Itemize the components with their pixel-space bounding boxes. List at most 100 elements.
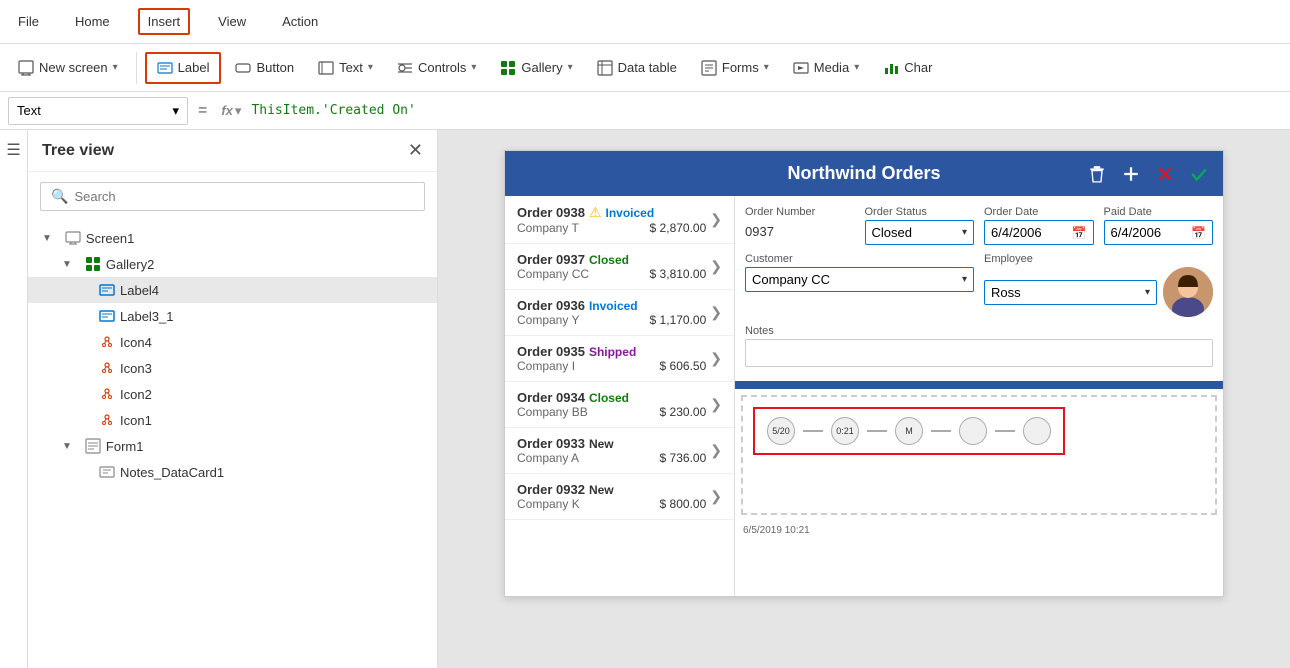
forms-button[interactable]: Forms ▾ bbox=[691, 54, 779, 82]
chevron-form1: ▼ bbox=[62, 441, 72, 452]
warning-icon-0938: ⚠ bbox=[589, 204, 602, 221]
screen-icon bbox=[64, 229, 82, 247]
order-date-field: Order Date 6/4/2006 📅 bbox=[984, 206, 1094, 245]
order-item-0932[interactable]: Order 0932 New Company K $ 800.00 ❯ bbox=[505, 474, 734, 520]
notes-input[interactable] bbox=[745, 339, 1213, 367]
icon3-tree-icon bbox=[98, 359, 116, 377]
menu-file[interactable]: File bbox=[10, 10, 47, 33]
order-info-0937: Order 0937 Closed Company CC $ 3,810.00 bbox=[517, 252, 706, 281]
menu-bar: File Home Insert View Action bbox=[0, 0, 1290, 44]
plus-icon bbox=[1122, 165, 1140, 183]
order-chevron-0933: ❯ bbox=[710, 442, 722, 459]
formula-input[interactable]: ThisItem.'Created On' bbox=[251, 103, 1282, 118]
employee-select[interactable]: Ross ▾ bbox=[984, 280, 1157, 305]
data-table-button[interactable]: Data table bbox=[587, 54, 687, 82]
tree-item-icon3[interactable]: Icon3 bbox=[28, 355, 437, 381]
plus-icon-btn[interactable] bbox=[1117, 160, 1145, 188]
tree-item-label3_1[interactable]: Label3_1 bbox=[28, 303, 437, 329]
label-circle-1: 5/20 bbox=[767, 417, 795, 445]
tree-item-icon2[interactable]: Icon2 bbox=[28, 381, 437, 407]
menu-action[interactable]: Action bbox=[274, 10, 326, 33]
paid-date-field: Paid Date 6/4/2006 📅 bbox=[1104, 206, 1214, 245]
order-item-0933[interactable]: Order 0933 New Company A $ 736.00 ❯ bbox=[505, 428, 734, 474]
tree-item-screen1[interactable]: ▼ Screen1 bbox=[28, 225, 437, 251]
gallery-icon bbox=[500, 60, 516, 76]
label3-tree-icon bbox=[98, 307, 116, 325]
label-line-4 bbox=[995, 430, 1015, 432]
forms-caret: ▾ bbox=[764, 62, 769, 73]
order-number-value: 0937 bbox=[745, 220, 855, 243]
search-input[interactable] bbox=[74, 189, 414, 204]
order-date-input[interactable]: 6/4/2006 📅 bbox=[984, 220, 1094, 245]
menu-home[interactable]: Home bbox=[67, 10, 118, 33]
order-number-0938: Order 0938 bbox=[517, 205, 585, 220]
order-item-0934[interactable]: Order 0934 Closed Company BB $ 230.00 ❯ bbox=[505, 382, 734, 428]
tree-label-icon1: Icon1 bbox=[120, 413, 152, 428]
formula-dropdown[interactable]: Text ▾ bbox=[8, 97, 188, 125]
customer-select[interactable]: Company CC ▾ bbox=[745, 267, 974, 292]
order-item-0937[interactable]: Order 0937 Closed Company CC $ 3,810.00 … bbox=[505, 244, 734, 290]
close-icon-btn[interactable] bbox=[1151, 160, 1179, 188]
order-info-0932: Order 0932 New Company K $ 800.00 bbox=[517, 482, 706, 511]
label-circle-3: M bbox=[895, 417, 923, 445]
canvas-area: Northwind Orders bbox=[438, 130, 1290, 668]
check-icon-btn[interactable] bbox=[1185, 160, 1213, 188]
gallery-button[interactable]: Gallery ▾ bbox=[490, 54, 582, 82]
tree-close-button[interactable]: ✕ bbox=[408, 140, 423, 161]
customer-select-caret: ▾ bbox=[962, 274, 967, 285]
order-chevron-0938: ❯ bbox=[710, 211, 722, 228]
tree-item-icon4[interactable]: Icon4 bbox=[28, 329, 437, 355]
order-chevron-0937: ❯ bbox=[710, 258, 722, 275]
app-header: Northwind Orders bbox=[505, 151, 1223, 196]
order-item-0936[interactable]: Order 0936 Invoiced Company Y $ 1,170.00… bbox=[505, 290, 734, 336]
tree-label-icon3: Icon3 bbox=[120, 361, 152, 376]
label-selected-box[interactable]: 5/20 0:21 M bbox=[753, 407, 1065, 455]
tree-item-notes-datacard1[interactable]: Notes_DataCard1 bbox=[28, 459, 437, 485]
order-number-label: Order Number bbox=[745, 206, 855, 218]
detail-row-1: Order Number 0937 Order Status Closed ▾ bbox=[745, 206, 1213, 245]
tree-item-form1[interactable]: ▼ Form1 bbox=[28, 433, 437, 459]
order-company-0936: Company Y bbox=[517, 313, 579, 327]
order-company-0932: Company K bbox=[517, 497, 580, 511]
tree-label-label4: Label4 bbox=[120, 283, 159, 298]
media-caret: ▾ bbox=[854, 62, 859, 73]
button-button[interactable]: Button bbox=[225, 54, 304, 82]
menu-insert[interactable]: Insert bbox=[138, 8, 191, 35]
paid-date-label: Paid Date bbox=[1104, 206, 1214, 218]
menu-view[interactable]: View bbox=[210, 10, 254, 33]
tree-item-icon1[interactable]: Icon1 bbox=[28, 407, 437, 433]
label-tree-icon bbox=[98, 281, 116, 299]
order-status-select[interactable]: Closed ▾ bbox=[865, 220, 975, 245]
text-button[interactable]: Text ▾ bbox=[308, 54, 383, 82]
order-chevron-0935: ❯ bbox=[710, 350, 722, 367]
controls-button[interactable]: Controls ▾ bbox=[387, 54, 486, 82]
paid-date-calendar-icon: 📅 bbox=[1191, 226, 1206, 240]
order-status-0933: New bbox=[589, 437, 614, 451]
order-item-0935[interactable]: Order 0935 Shipped Company I $ 606.50 ❯ bbox=[505, 336, 734, 382]
media-button[interactable]: Media ▾ bbox=[783, 54, 869, 82]
order-chevron-0932: ❯ bbox=[710, 488, 722, 505]
label-button[interactable]: Label bbox=[145, 52, 222, 84]
hamburger-icon: ☰ bbox=[6, 140, 20, 160]
order-item-0938[interactable]: Order 0938 ⚠ Invoiced Company T $ 2,870.… bbox=[505, 196, 734, 244]
controls-icon bbox=[397, 60, 413, 76]
paid-date-input[interactable]: 6/4/2006 📅 bbox=[1104, 220, 1214, 245]
tree-item-label4[interactable]: Label4 bbox=[28, 277, 437, 303]
order-info-0933: Order 0933 New Company A $ 736.00 bbox=[517, 436, 706, 465]
order-status-0937: Closed bbox=[589, 253, 629, 267]
order-company-0937: Company CC bbox=[517, 267, 589, 281]
chart-button[interactable]: Char bbox=[873, 54, 942, 82]
section-bar bbox=[735, 381, 1223, 389]
icon2-tree-icon bbox=[98, 385, 116, 403]
sidebar-toggle[interactable]: ☰ bbox=[0, 130, 28, 668]
order-amount-0936: $ 1,170.00 bbox=[650, 313, 707, 327]
media-icon bbox=[793, 60, 809, 76]
tree-item-gallery2[interactable]: ▼ Gallery2 bbox=[28, 251, 437, 277]
status-select-caret: ▾ bbox=[962, 227, 967, 238]
new-screen-button[interactable]: New screen ▾ bbox=[8, 54, 128, 82]
order-status-0936: Invoiced bbox=[589, 299, 638, 313]
close-icon bbox=[1156, 165, 1174, 183]
trash-icon-btn[interactable] bbox=[1083, 160, 1111, 188]
new-screen-caret: ▾ bbox=[113, 62, 118, 73]
customer-label: Customer bbox=[745, 253, 974, 265]
